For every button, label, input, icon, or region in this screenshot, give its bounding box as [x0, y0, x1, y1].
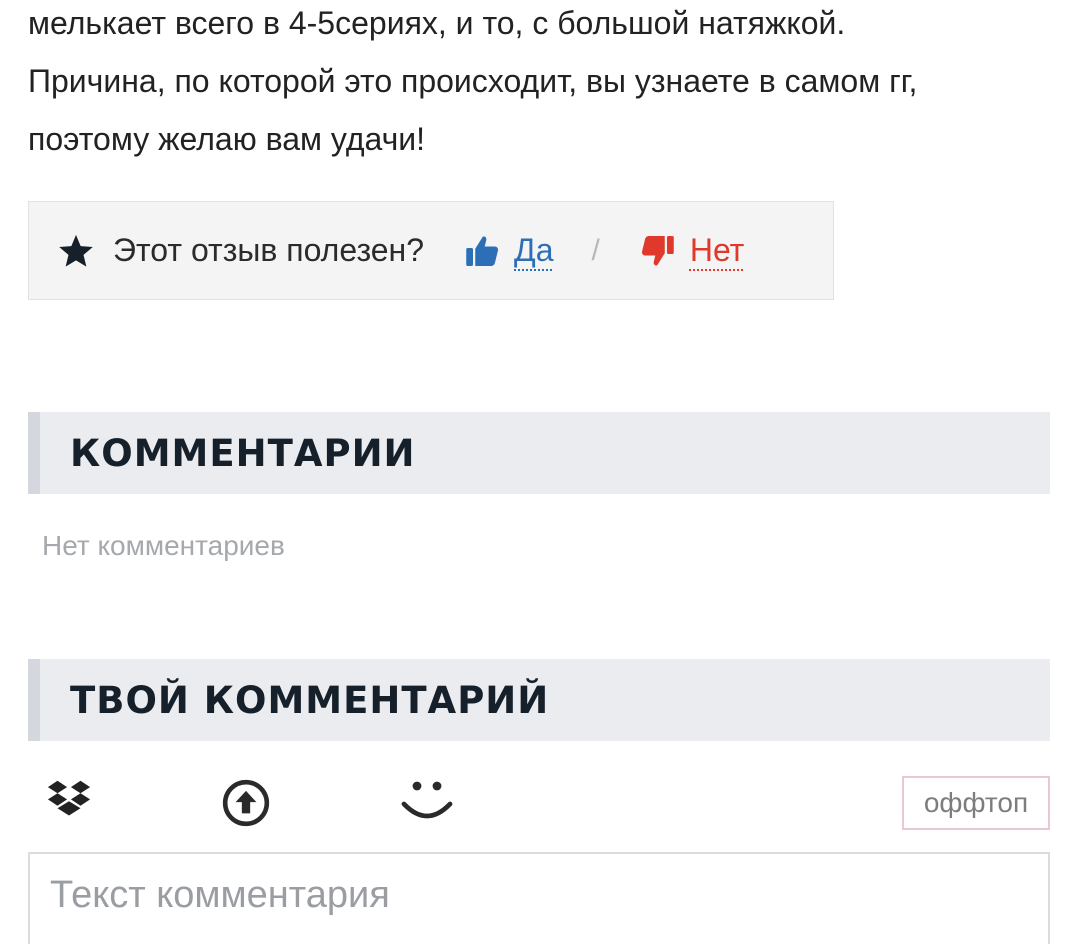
- your-comment-heading: ТВОЙ КОММЕНТАРИЙ: [28, 659, 1050, 741]
- thumbs-down-icon: [641, 235, 674, 265]
- vote-yes-button[interactable]: Да: [464, 232, 553, 269]
- comments-heading: КОММЕНТАРИИ: [28, 412, 1050, 494]
- review-line: мелькает всего в 4-5сериях, и то, с боль…: [28, 5, 846, 41]
- vote-yes-label: Да: [514, 232, 554, 268]
- your-comment-title: ТВОЙ КОММЕНТАРИЙ: [70, 678, 550, 722]
- thumbs-up-icon: [466, 236, 499, 266]
- upload-icon[interactable]: [221, 778, 271, 828]
- comments-title: КОММЕНТАРИИ: [70, 431, 416, 475]
- comment-textarea[interactable]: [28, 852, 1050, 944]
- offtop-button[interactable]: оффтоп: [902, 776, 1050, 830]
- review-text: мелькает всего в 4-5сериях, и то, с боль…: [28, 0, 1058, 168]
- vote-separator: /: [591, 233, 600, 267]
- review-line: Причина, по которой это происходит, вы у…: [28, 63, 918, 99]
- dropbox-icon[interactable]: [46, 776, 92, 822]
- page: мелькает всего в 4-5сериях, и то, с боль…: [0, 0, 1080, 944]
- helpful-box: Этот отзыв полезен? Да / Нет: [28, 201, 834, 300]
- review-line: поэтому желаю вам удачи!: [28, 121, 426, 157]
- helpful-question: Этот отзыв полезен?: [113, 232, 425, 268]
- no-comments-text: Нет комментариев: [42, 530, 285, 561]
- vote-no-label: Нет: [689, 232, 745, 268]
- vote-no-button[interactable]: Нет: [640, 232, 745, 269]
- star-icon: [59, 234, 93, 267]
- smile-icon[interactable]: [400, 776, 454, 824]
